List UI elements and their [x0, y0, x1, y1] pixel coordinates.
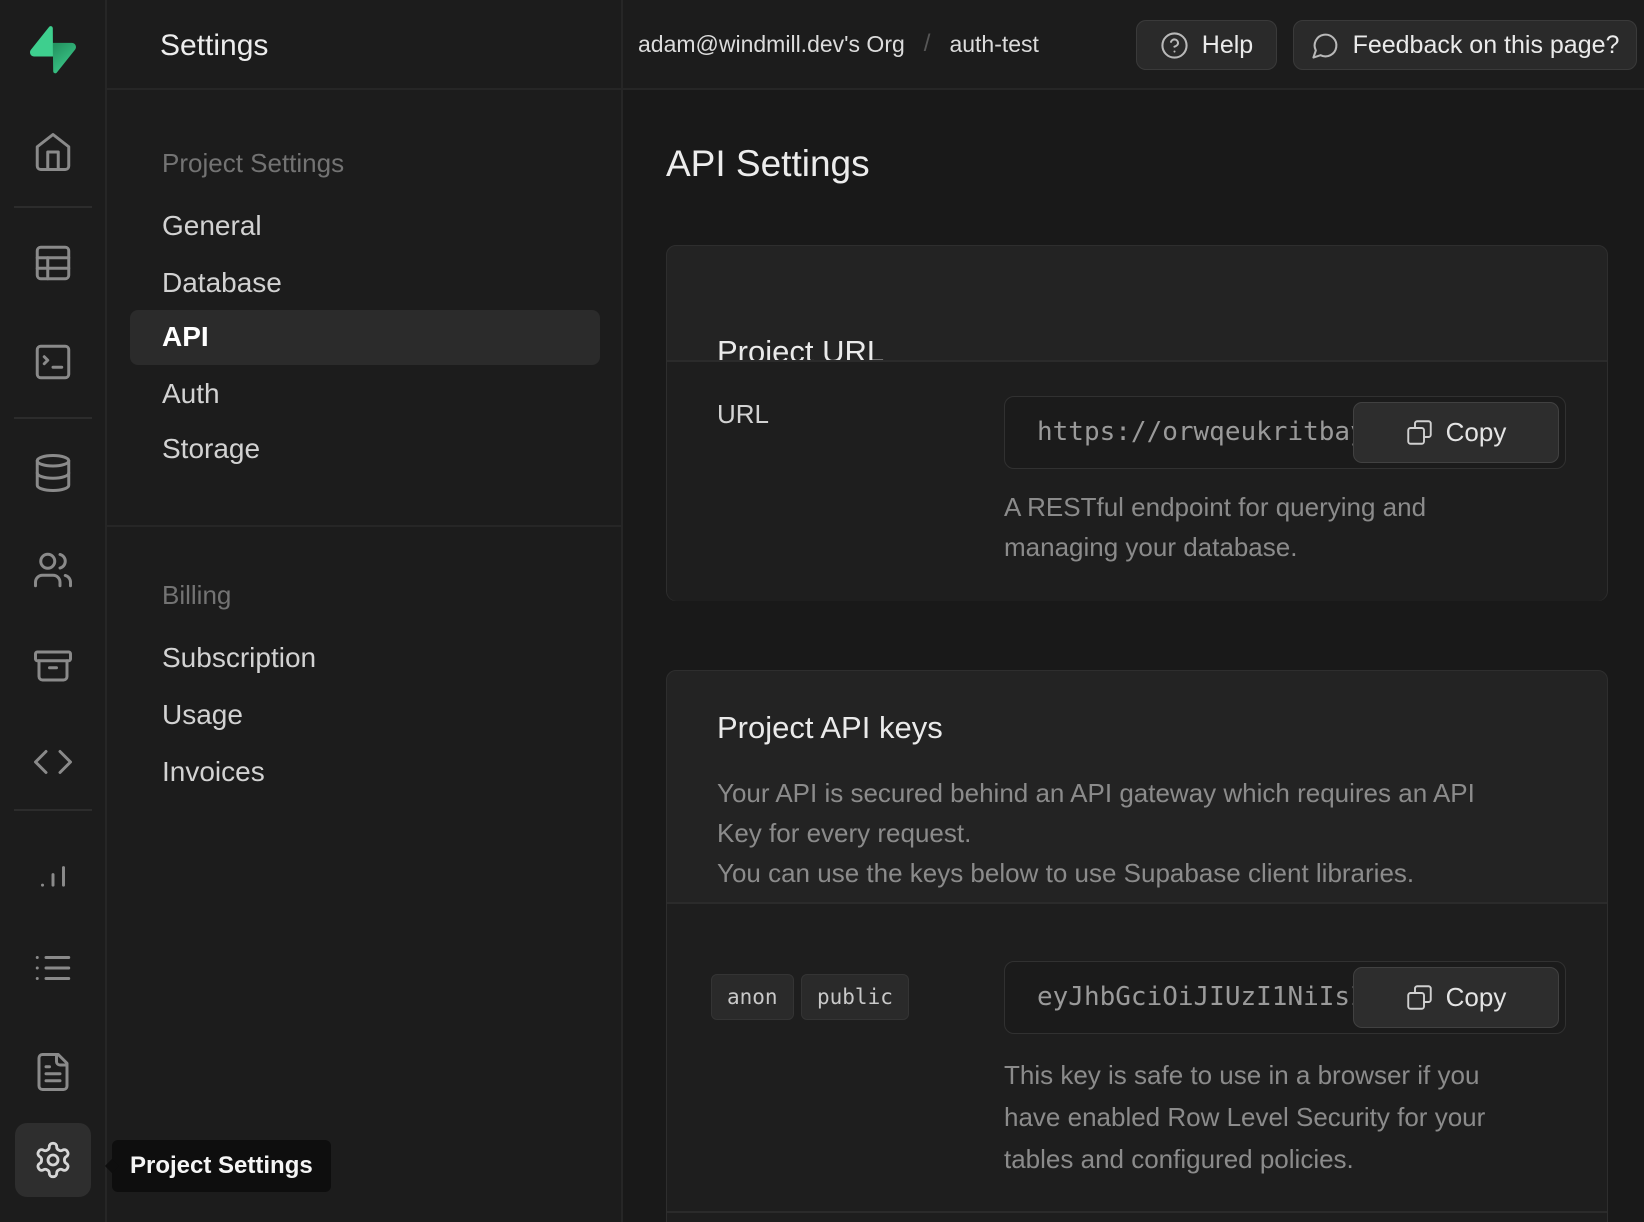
project-url-description: A RESTful endpoint for querying and mana…: [1004, 487, 1426, 567]
sidebar-item-usage[interactable]: Usage: [162, 697, 243, 733]
api-keys-card-body: anon public eyJhbGciOiJIUzI1NiIsIn Copy …: [667, 904, 1607, 1222]
sidebar-title: Settings: [160, 29, 268, 63]
settings-sidebar: Settings Project Settings General Databa…: [107, 0, 623, 1222]
sidebar-item-database[interactable]: [32, 452, 74, 494]
copy-url-button-label: Copy: [1446, 417, 1507, 448]
home-icon: [32, 131, 74, 173]
url-row-label: URL: [717, 399, 769, 430]
sidebar-item-project-settings[interactable]: [15, 1123, 91, 1197]
breadcrumb: adam@windmill.dev's Org / auth-test: [638, 0, 1039, 88]
rail-divider: [14, 206, 92, 208]
users-icon: [32, 549, 74, 591]
breadcrumb-separator: /: [924, 30, 931, 58]
rail-divider: [14, 809, 92, 811]
sidebar-item-subscription[interactable]: Subscription: [162, 640, 316, 676]
card-divider: [667, 1211, 1607, 1213]
project-url-value: https://orwqeukritbayp: [1037, 397, 1381, 468]
sidebar-item-logs[interactable]: [32, 947, 74, 989]
section-heading-project-settings: Project Settings: [162, 145, 344, 181]
app-window: Project Settings Settings Project Settin…: [0, 0, 1644, 1222]
message-bubble-icon: [1311, 31, 1340, 60]
top-bar: adam@windmill.dev's Org / auth-test Help…: [623, 0, 1644, 90]
page-title: API Settings: [666, 143, 870, 185]
api-keys-intro: Your API is secured behind an API gatewa…: [717, 773, 1475, 893]
copy-anon-key-button-label: Copy: [1446, 982, 1507, 1013]
section-heading-billing: Billing: [162, 577, 231, 613]
copy-icon: [1406, 419, 1433, 446]
sidebar-item-docs[interactable]: [32, 1051, 74, 1093]
breadcrumb-project[interactable]: auth-test: [949, 31, 1039, 58]
settings-sidebar-header: Settings: [107, 0, 621, 90]
help-button[interactable]: Help: [1136, 20, 1277, 70]
public-badge: public: [801, 974, 909, 1020]
breadcrumb-org[interactable]: adam@windmill.dev's Org: [638, 31, 905, 58]
sidebar-item-api[interactable]: [32, 741, 74, 783]
sidebar-item-api-settings[interactable]: API: [162, 319, 209, 355]
sidebar-item-general[interactable]: General: [162, 208, 262, 244]
project-url-card: Project URL URL https://orwqeukritbayp C…: [666, 245, 1608, 601]
sidebar-item-reports[interactable]: [32, 851, 74, 893]
terminal-icon: [32, 341, 74, 383]
copy-anon-key-button[interactable]: Copy: [1353, 967, 1559, 1028]
supabase-logo-icon[interactable]: [30, 26, 76, 74]
sidebar-item-table-editor[interactable]: [32, 242, 74, 284]
sidebar-item-authentication[interactable]: [32, 549, 74, 591]
anon-badge: anon: [711, 974, 794, 1020]
sidebar-item-database-settings[interactable]: Database: [162, 265, 282, 301]
rail-divider: [14, 417, 92, 419]
project-url-card-body: URL https://orwqeukritbayp Copy A RESTfu…: [667, 362, 1607, 601]
file-text-icon: [32, 1051, 74, 1093]
sidebar-item-home[interactable]: [32, 131, 74, 173]
anon-key-description: This key is safe to use in a browser if …: [1004, 1054, 1485, 1180]
copy-icon: [1406, 984, 1433, 1011]
sidebar-divider: [107, 525, 621, 527]
gear-icon: [33, 1140, 73, 1180]
feedback-button[interactable]: Feedback on this page?: [1293, 20, 1637, 70]
database-icon: [32, 452, 74, 494]
anon-key-value: eyJhbGciOiJIUzI1NiIsIn: [1037, 962, 1381, 1033]
table-icon: [32, 242, 74, 284]
copy-url-button[interactable]: Copy: [1353, 402, 1559, 463]
feedback-button-label: Feedback on this page?: [1353, 31, 1620, 60]
project-settings-tooltip: Project Settings: [112, 1140, 331, 1192]
main-content: API Settings Project URL URL https://orw…: [623, 90, 1644, 1222]
list-icon: [32, 947, 74, 989]
archive-icon: [32, 645, 74, 687]
sidebar-item-storage[interactable]: [32, 645, 74, 687]
project-api-keys-card: Project API keys Your API is secured beh…: [666, 670, 1608, 1222]
help-circle-icon: [1160, 31, 1189, 60]
api-keys-card-title: Project API keys: [717, 710, 943, 746]
code-icon: [32, 741, 74, 783]
sidebar-item-auth-settings[interactable]: Auth: [162, 376, 220, 412]
sidebar-item-invoices[interactable]: Invoices: [162, 754, 265, 790]
icon-rail: [0, 0, 107, 1222]
sidebar-item-storage-settings[interactable]: Storage: [162, 431, 260, 467]
sidebar-item-sql-editor[interactable]: [32, 341, 74, 383]
bar-chart-icon: [32, 851, 74, 893]
help-button-label: Help: [1202, 31, 1253, 60]
